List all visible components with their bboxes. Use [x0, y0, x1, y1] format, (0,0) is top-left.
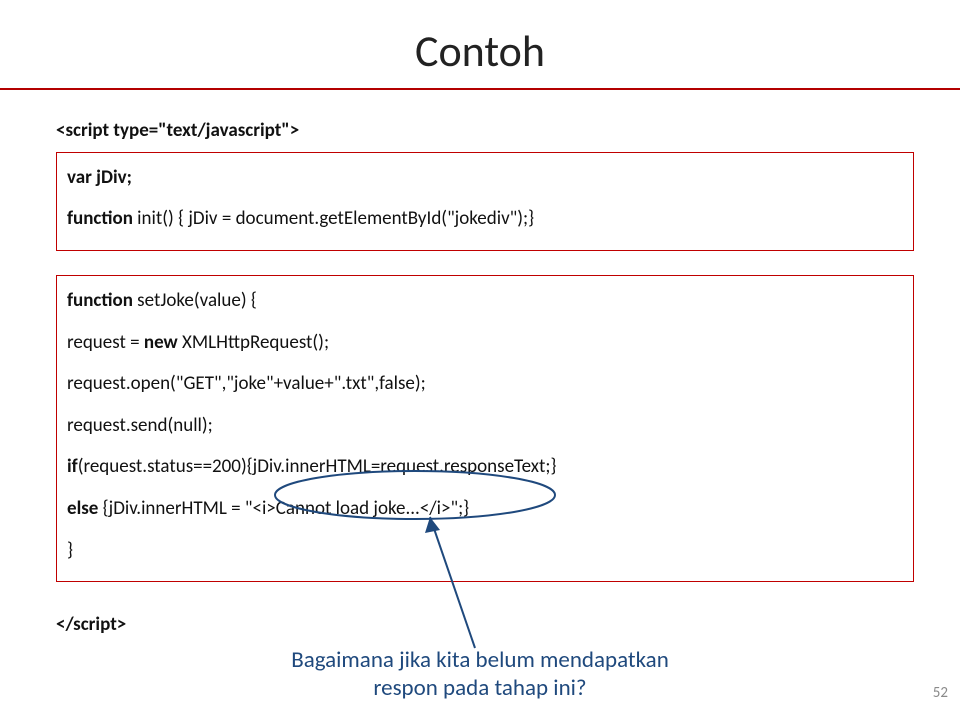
- slide-title: Contoh: [0, 0, 960, 88]
- code-line: request.open("GET","joke"+value+".txt",f…: [67, 363, 903, 405]
- code-line: else {jDiv.innerHTML = "<i>Cannot load j…: [67, 488, 903, 530]
- page-number: 52: [933, 684, 948, 702]
- code-block-1: var jDiv; function init() { jDiv = docum…: [56, 152, 914, 251]
- slide-content: <script type="text/javascript"> var jDiv…: [0, 112, 960, 644]
- callout-text: Bagaimana jika kita belum mendapatkan re…: [0, 646, 960, 702]
- code-line: request.send(null);: [67, 405, 903, 447]
- code-line: function init() { jDiv = document.getEle…: [67, 198, 903, 240]
- code-line: if(request.status==200){jDiv.innerHTML=r…: [67, 446, 903, 488]
- code-line: }: [67, 530, 903, 572]
- title-underline: [0, 88, 960, 90]
- code-block-2: function setJoke(value) { request = new …: [56, 275, 914, 582]
- code-line: function setJoke(value) {: [67, 280, 903, 322]
- code-open-tag: <script type="text/javascript">: [56, 112, 914, 150]
- code-close-tag: </script>: [56, 606, 914, 644]
- code-line: var jDiv;: [67, 157, 903, 199]
- code-line: request = new XMLHttpRequest();: [67, 322, 903, 364]
